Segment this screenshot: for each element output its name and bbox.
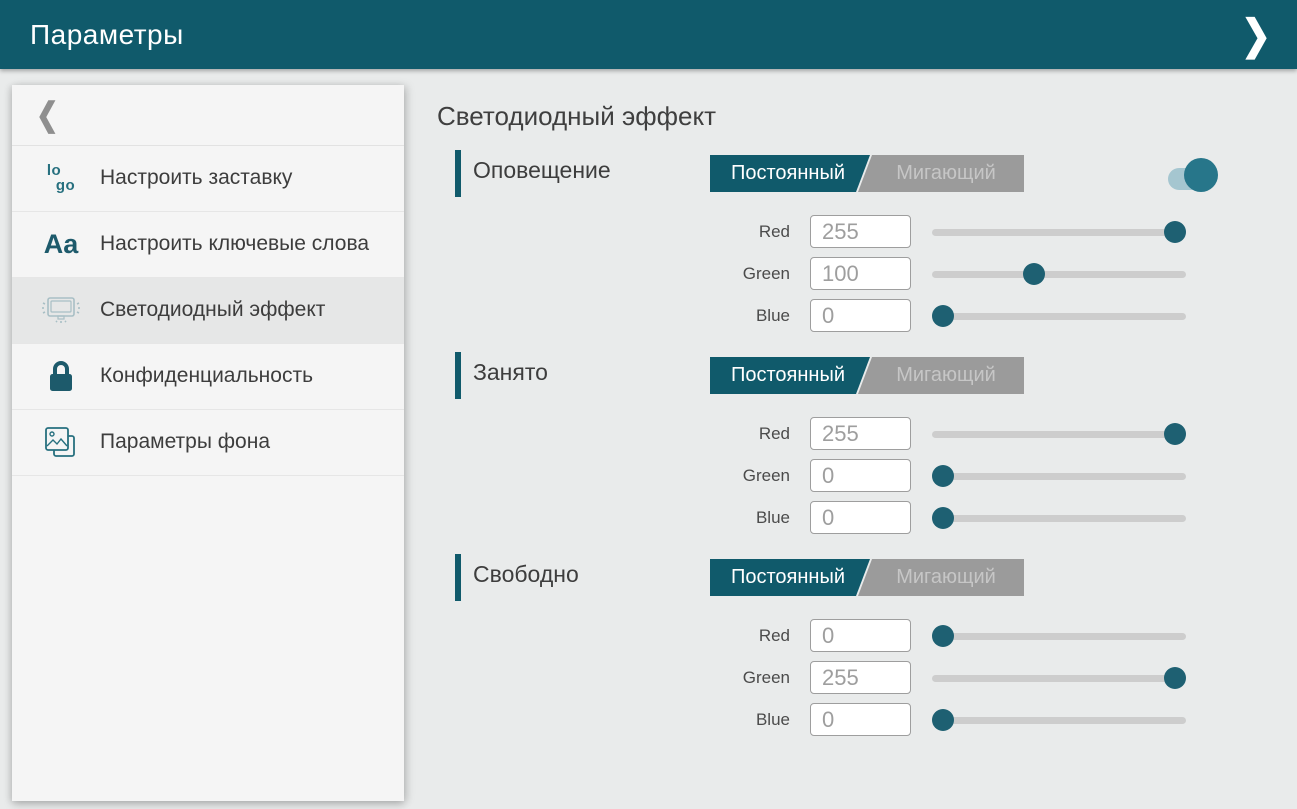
main-content: Светодиодный эффект Оповещение Постоянны… <box>404 69 1297 809</box>
sidebar: ❮ logo Настроить заставку Aa Настроить к… <box>12 85 404 801</box>
green-label: Green <box>685 466 790 486</box>
section-notification: Оповещение Постоянный Мигающий Red Green <box>455 148 1245 338</box>
red-label: Red <box>685 222 790 242</box>
sidebar-item-keywords[interactable]: Aa Настроить ключевые слова <box>12 212 404 278</box>
mode-segmented-control: Постоянный Мигающий <box>710 357 1024 394</box>
slider-track[interactable] <box>932 633 1186 640</box>
slider-track[interactable] <box>932 431 1186 438</box>
led-effect-icon <box>36 293 86 329</box>
green-row: Green <box>455 661 1245 695</box>
toggle-knob <box>1184 158 1218 192</box>
main-title: Светодиодный эффект <box>437 101 716 132</box>
red-input[interactable] <box>810 619 911 652</box>
sidebar-item-label: Конфиденциальность <box>100 353 331 399</box>
mode-blinking-label[interactable]: Мигающий <box>876 559 1016 596</box>
red-row: Red <box>455 619 1245 653</box>
red-input[interactable] <box>810 215 911 248</box>
section-busy: Занято Постоянный Мигающий Red Green Blu… <box>455 350 1245 540</box>
blue-label: Blue <box>685 710 790 730</box>
blue-row: Blue <box>455 299 1245 333</box>
mode-blinking-label[interactable]: Мигающий <box>876 155 1016 192</box>
red-label: Red <box>685 626 790 646</box>
slider-track[interactable] <box>932 271 1186 278</box>
red-row: Red <box>455 215 1245 249</box>
sidebar-item-background[interactable]: Параметры фона <box>12 410 404 476</box>
mode-constant-label[interactable]: Постоянный <box>718 155 858 192</box>
section-accent-bar <box>455 150 461 197</box>
green-label: Green <box>685 668 790 688</box>
blue-label: Blue <box>685 508 790 528</box>
green-input[interactable] <box>810 257 911 290</box>
blue-slider[interactable] <box>932 703 1186 737</box>
slider-track[interactable] <box>932 473 1186 480</box>
blue-row: Blue <box>455 501 1245 535</box>
page-title: Параметры <box>30 19 184 51</box>
blue-input[interactable] <box>810 501 911 534</box>
blue-slider[interactable] <box>932 501 1186 535</box>
sidebar-item-screensaver[interactable]: logo Настроить заставку <box>12 146 404 212</box>
slider-track[interactable] <box>932 675 1186 682</box>
app-header: Параметры ❯ <box>0 0 1297 69</box>
blue-input[interactable] <box>810 299 911 332</box>
mode-segmented-control: Постоянный Мигающий <box>710 559 1024 596</box>
chevron-right-icon[interactable]: ❯ <box>1241 14 1271 55</box>
green-slider[interactable] <box>932 459 1186 493</box>
red-slider[interactable] <box>932 215 1186 249</box>
red-slider[interactable] <box>932 619 1186 653</box>
blue-row: Blue <box>455 703 1245 737</box>
green-slider[interactable] <box>932 257 1186 291</box>
slider-track[interactable] <box>932 313 1186 320</box>
slider-track[interactable] <box>932 515 1186 522</box>
lock-icon <box>36 359 86 395</box>
section-accent-bar <box>455 352 461 399</box>
sidebar-item-privacy[interactable]: Конфиденциальность <box>12 344 404 410</box>
mode-constant-label[interactable]: Постоянный <box>718 357 858 394</box>
section-title: Оповещение <box>473 157 611 184</box>
slider-thumb[interactable] <box>932 305 954 327</box>
red-label: Red <box>685 424 790 444</box>
green-input[interactable] <box>810 661 911 694</box>
slider-thumb[interactable] <box>1164 423 1186 445</box>
mode-constant-label[interactable]: Постоянный <box>718 559 858 596</box>
green-input[interactable] <box>810 459 911 492</box>
section-free: Свободно Постоянный Мигающий Red Green B… <box>455 552 1245 742</box>
slider-thumb[interactable] <box>932 625 954 647</box>
green-row: Green <box>455 257 1245 291</box>
sidebar-back-button[interactable]: ❮ <box>12 85 404 146</box>
logo-icon: logo <box>36 164 86 193</box>
sidebar-item-label: Настроить ключевые слова <box>100 221 387 267</box>
red-input[interactable] <box>810 417 911 450</box>
slider-track[interactable] <box>932 717 1186 724</box>
keywords-icon: Aa <box>36 229 86 260</box>
mode-segmented-control: Постоянный Мигающий <box>710 155 1024 192</box>
section-title: Свободно <box>473 561 579 588</box>
green-label: Green <box>685 264 790 284</box>
mode-blinking-label[interactable]: Мигающий <box>876 357 1016 394</box>
sidebar-item-label: Светодиодный эффект <box>100 287 343 333</box>
blue-label: Blue <box>685 306 790 326</box>
sidebar-item-label: Настроить заставку <box>100 155 310 201</box>
sidebar-item-led-effect[interactable]: Светодиодный эффект <box>12 278 404 344</box>
slider-thumb[interactable] <box>1023 263 1045 285</box>
green-row: Green <box>455 459 1245 493</box>
red-row: Red <box>455 417 1245 451</box>
section-title: Занято <box>473 359 548 386</box>
background-images-icon <box>36 424 86 462</box>
sidebar-item-label: Параметры фона <box>100 419 288 465</box>
blue-slider[interactable] <box>932 299 1186 333</box>
slider-track[interactable] <box>932 229 1186 236</box>
slider-thumb[interactable] <box>1164 221 1186 243</box>
slider-thumb[interactable] <box>1164 667 1186 689</box>
notification-toggle[interactable] <box>1168 154 1224 196</box>
green-slider[interactable] <box>932 661 1186 695</box>
blue-input[interactable] <box>810 703 911 736</box>
section-accent-bar <box>455 554 461 601</box>
slider-thumb[interactable] <box>932 709 954 731</box>
slider-thumb[interactable] <box>932 465 954 487</box>
slider-thumb[interactable] <box>932 507 954 529</box>
red-slider[interactable] <box>932 417 1186 451</box>
chevron-left-icon: ❮ <box>36 96 59 133</box>
